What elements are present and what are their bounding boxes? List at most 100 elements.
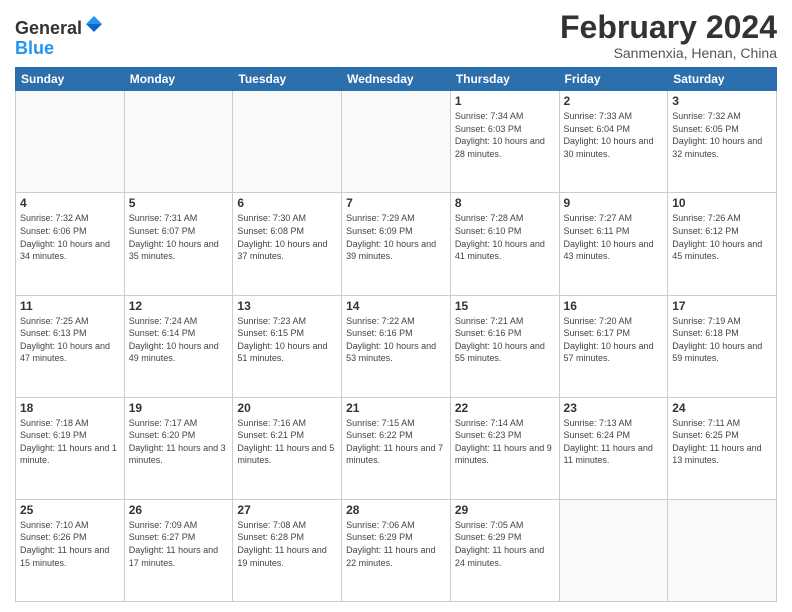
day-number: 7 (346, 196, 446, 210)
day-info: Sunrise: 7:10 AM Sunset: 6:26 PM Dayligh… (20, 519, 120, 569)
table-row: 27Sunrise: 7:08 AM Sunset: 6:28 PM Dayli… (233, 499, 342, 601)
day-number: 11 (20, 299, 120, 313)
table-row: 21 Sunrise: 7:15 AM Sunset: 6:22 PM Dayli… (342, 397, 451, 499)
day-info: Sunrise: 7:25 AM Sunset: 6:13 PM Dayligh… (20, 315, 120, 365)
day-number: 4 (20, 196, 120, 210)
table-row: 12 Sunrise: 7:24 AM Sunset: 6:14 PM Dayli… (124, 295, 233, 397)
calendar-week-row: 1 Sunrise: 7:34 AM Sunset: 6:03 PM Daylig… (16, 91, 777, 193)
day-number: 2 (564, 94, 664, 108)
table-row: 6Sunrise: 7:30 AM Sunset: 6:08 PM Daylig… (233, 193, 342, 295)
col-friday: Friday (559, 68, 668, 91)
day-number: 18 (20, 401, 120, 415)
day-number: 3 (672, 94, 772, 108)
day-number: 22 (455, 401, 555, 415)
day-number: 12 (129, 299, 229, 313)
calendar-week-row: 18 Sunrise: 7:18 AM Sunset: 6:19 PM Dayli… (16, 397, 777, 499)
table-row: 2 Sunrise: 7:33 AM Sunset: 6:04 PM Daylig… (559, 91, 668, 193)
day-number: 15 (455, 299, 555, 313)
table-row: 29Sunrise: 7:05 AM Sunset: 6:29 PM Dayli… (450, 499, 559, 601)
day-number: 24 (672, 401, 772, 415)
table-row: 13 Sunrise: 7:23 AM Sunset: 6:15 PM Dayli… (233, 295, 342, 397)
col-thursday: Thursday (450, 68, 559, 91)
col-wednesday: Wednesday (342, 68, 451, 91)
table-row: 28Sunrise: 7:06 AM Sunset: 6:29 PM Dayli… (342, 499, 451, 601)
logo-icon (84, 14, 104, 34)
calendar-table: Sunday Monday Tuesday Wednesday Thursday… (15, 67, 777, 602)
day-info: Sunrise: 7:16 AM Sunset: 6:21 PM Dayligh… (237, 417, 337, 467)
day-info: Sunrise: 7:13 AM Sunset: 6:24 PM Dayligh… (564, 417, 664, 467)
day-number: 19 (129, 401, 229, 415)
day-number: 21 (346, 401, 446, 415)
day-number: 23 (564, 401, 664, 415)
table-row: 10Sunrise: 7:26 AM Sunset: 6:12 PM Dayli… (668, 193, 777, 295)
day-number: 9 (564, 196, 664, 210)
day-number: 10 (672, 196, 772, 210)
day-number: 14 (346, 299, 446, 313)
day-info: Sunrise: 7:22 AM Sunset: 6:16 PM Dayligh… (346, 315, 446, 365)
table-row: 7 Sunrise: 7:29 AM Sunset: 6:09 PM Daylig… (342, 193, 451, 295)
table-row: 14 Sunrise: 7:22 AM Sunset: 6:16 PM Dayli… (342, 295, 451, 397)
table-row: 17 Sunrise: 7:19 AM Sunset: 6:18 PM Dayli… (668, 295, 777, 397)
table-row: 1 Sunrise: 7:34 AM Sunset: 6:03 PM Daylig… (450, 91, 559, 193)
day-number: 25 (20, 503, 120, 517)
table-row: 4 Sunrise: 7:32 AM Sunset: 6:06 PM Daylig… (16, 193, 125, 295)
day-info: Sunrise: 7:17 AM Sunset: 6:20 PM Dayligh… (129, 417, 229, 467)
day-number: 8 (455, 196, 555, 210)
day-info: Sunrise: 7:06 AM Sunset: 6:29 PM Dayligh… (346, 519, 446, 569)
col-saturday: Saturday (668, 68, 777, 91)
day-info: Sunrise: 7:15 AM Sunset: 6:22 PM Dayligh… (346, 417, 446, 467)
logo-blue: Blue (15, 39, 104, 59)
page: General Blue February 2024 Sanmenxia, He… (0, 0, 792, 612)
day-info: Sunrise: 7:18 AM Sunset: 6:19 PM Dayligh… (20, 417, 120, 467)
day-number: 27 (237, 503, 337, 517)
table-row (16, 91, 125, 193)
table-row (342, 91, 451, 193)
day-number: 6 (237, 196, 337, 210)
day-number: 29 (455, 503, 555, 517)
day-info: Sunrise: 7:23 AM Sunset: 6:15 PM Dayligh… (237, 315, 337, 365)
day-info: Sunrise: 7:32 AM Sunset: 6:06 PM Dayligh… (20, 212, 120, 262)
table-row: 5Sunrise: 7:31 AM Sunset: 6:07 PM Daylig… (124, 193, 233, 295)
table-row: 8 Sunrise: 7:28 AM Sunset: 6:10 PM Daylig… (450, 193, 559, 295)
day-number: 5 (129, 196, 229, 210)
calendar-week-row: 25 Sunrise: 7:10 AM Sunset: 6:26 PM Dayli… (16, 499, 777, 601)
table-row: 3 Sunrise: 7:32 AM Sunset: 6:05 PM Daylig… (668, 91, 777, 193)
day-number: 20 (237, 401, 337, 415)
table-row: 20 Sunrise: 7:16 AM Sunset: 6:21 PM Dayli… (233, 397, 342, 499)
day-info: Sunrise: 7:14 AM Sunset: 6:23 PM Dayligh… (455, 417, 555, 467)
table-row: 26 Sunrise: 7:09 AM Sunset: 6:27 PM Dayli… (124, 499, 233, 601)
table-row: 24 Sunrise: 7:11 AM Sunset: 6:25 PM Dayli… (668, 397, 777, 499)
table-row: 16Sunrise: 7:20 AM Sunset: 6:17 PM Dayli… (559, 295, 668, 397)
day-info: Sunrise: 7:28 AM Sunset: 6:10 PM Dayligh… (455, 212, 555, 262)
header: General Blue February 2024 Sanmenxia, He… (15, 10, 777, 61)
day-number: 17 (672, 299, 772, 313)
logo-text: General (15, 14, 104, 39)
table-row (559, 499, 668, 601)
day-number: 16 (564, 299, 664, 313)
day-number: 1 (455, 94, 555, 108)
table-row (124, 91, 233, 193)
calendar-header-row: Sunday Monday Tuesday Wednesday Thursday… (16, 68, 777, 91)
table-row (233, 91, 342, 193)
col-tuesday: Tuesday (233, 68, 342, 91)
day-info: Sunrise: 7:24 AM Sunset: 6:14 PM Dayligh… (129, 315, 229, 365)
table-row: 22 Sunrise: 7:14 AM Sunset: 6:23 PM Dayli… (450, 397, 559, 499)
table-row: 15Sunrise: 7:21 AM Sunset: 6:16 PM Dayli… (450, 295, 559, 397)
day-info: Sunrise: 7:34 AM Sunset: 6:03 PM Dayligh… (455, 110, 555, 160)
day-number: 26 (129, 503, 229, 517)
col-monday: Monday (124, 68, 233, 91)
day-info: Sunrise: 7:29 AM Sunset: 6:09 PM Dayligh… (346, 212, 446, 262)
col-sunday: Sunday (16, 68, 125, 91)
logo: General Blue (15, 14, 104, 59)
table-row: 25 Sunrise: 7:10 AM Sunset: 6:26 PM Dayli… (16, 499, 125, 601)
day-info: Sunrise: 7:09 AM Sunset: 6:27 PM Dayligh… (129, 519, 229, 569)
table-row: 23 Sunrise: 7:13 AM Sunset: 6:24 PM Dayli… (559, 397, 668, 499)
day-number: 13 (237, 299, 337, 313)
day-info: Sunrise: 7:19 AM Sunset: 6:18 PM Dayligh… (672, 315, 772, 365)
table-row (668, 499, 777, 601)
day-info: Sunrise: 7:32 AM Sunset: 6:05 PM Dayligh… (672, 110, 772, 160)
day-info: Sunrise: 7:11 AM Sunset: 6:25 PM Dayligh… (672, 417, 772, 467)
table-row: 9Sunrise: 7:27 AM Sunset: 6:11 PM Daylig… (559, 193, 668, 295)
subtitle: Sanmenxia, Henan, China (560, 45, 777, 61)
day-info: Sunrise: 7:33 AM Sunset: 6:04 PM Dayligh… (564, 110, 664, 160)
